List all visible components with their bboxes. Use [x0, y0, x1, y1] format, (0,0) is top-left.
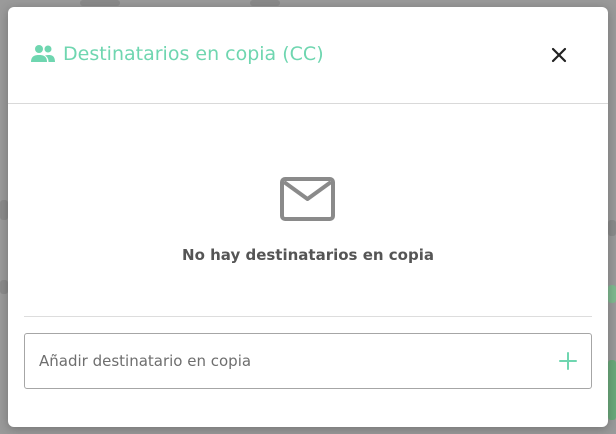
- dialog-title: Destinatarios en copia (CC): [63, 43, 324, 65]
- people-icon: [31, 45, 55, 62]
- cc-recipients-dialog: Destinatarios en copia (CC) No hay desti…: [8, 7, 608, 427]
- close-icon[interactable]: [546, 42, 572, 68]
- add-recipient-field: [24, 333, 592, 389]
- empty-state-message: No hay destinatarios en copia: [182, 246, 434, 264]
- divider: [24, 316, 592, 317]
- dialog-header: Destinatarios en copia (CC): [8, 7, 608, 104]
- mail-icon: [280, 177, 335, 221]
- add-recipient-input[interactable]: [39, 334, 539, 388]
- dialog-body: No hay destinatarios en copia: [8, 104, 608, 427]
- plus-icon[interactable]: [557, 350, 579, 372]
